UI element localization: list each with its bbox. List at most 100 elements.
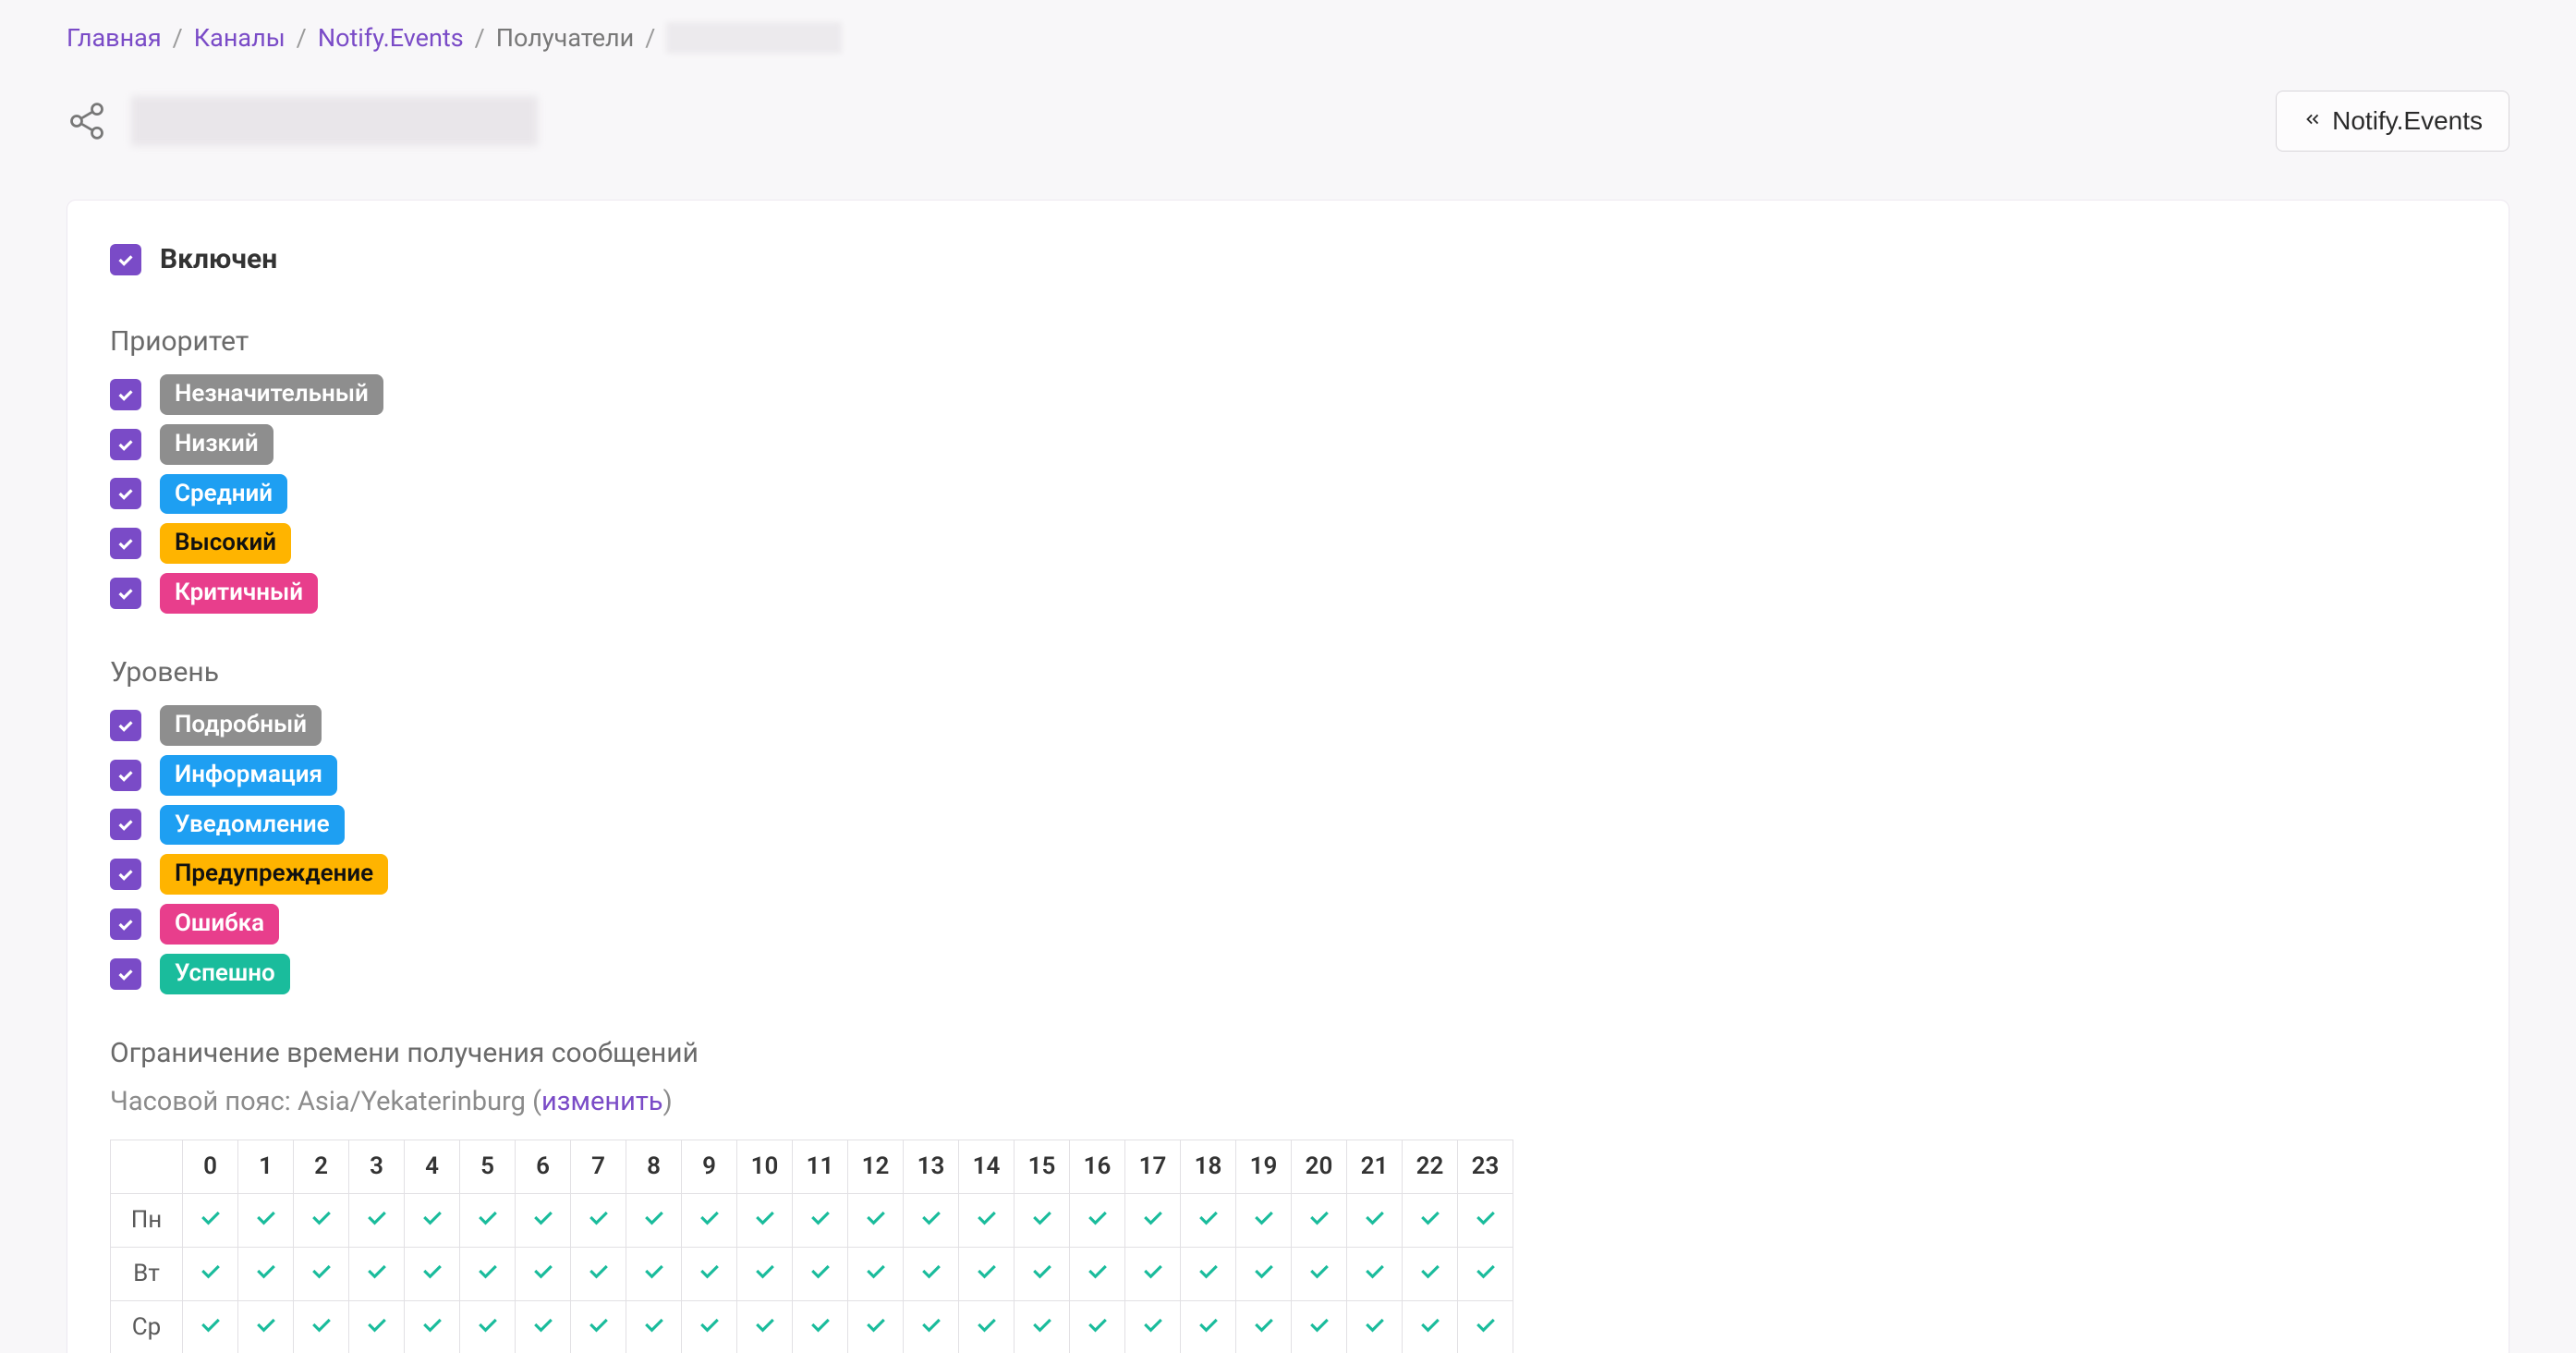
schedule-cell[interactable]: [737, 1247, 793, 1300]
schedule-cell[interactable]: [571, 1300, 626, 1353]
priority-item-checkbox[interactable]: [110, 578, 141, 609]
schedule-hour-header[interactable]: 21: [1347, 1140, 1403, 1193]
back-notify-button[interactable]: Notify.Events: [2276, 91, 2509, 152]
schedule-hour-header[interactable]: 2: [294, 1140, 349, 1193]
schedule-cell[interactable]: [460, 1300, 516, 1353]
schedule-cell[interactable]: [1125, 1247, 1181, 1300]
schedule-cell[interactable]: [848, 1247, 904, 1300]
schedule-hour-header[interactable]: 19: [1236, 1140, 1292, 1193]
schedule-hour-header[interactable]: 17: [1125, 1140, 1181, 1193]
schedule-cell[interactable]: [1236, 1300, 1292, 1353]
schedule-cell[interactable]: [1181, 1300, 1236, 1353]
level-item-checkbox[interactable]: [110, 809, 141, 840]
schedule-cell[interactable]: [1347, 1300, 1403, 1353]
schedule-cell[interactable]: [682, 1247, 737, 1300]
level-item-checkbox[interactable]: [110, 710, 141, 741]
schedule-cell[interactable]: [1070, 1193, 1125, 1247]
priority-item-checkbox[interactable]: [110, 528, 141, 559]
schedule-cell[interactable]: [959, 1193, 1015, 1247]
priority-item-checkbox[interactable]: [110, 429, 141, 460]
schedule-cell[interactable]: [1181, 1193, 1236, 1247]
priority-item-checkbox[interactable]: [110, 478, 141, 509]
schedule-cell[interactable]: [626, 1247, 682, 1300]
schedule-day-label[interactable]: Ср: [111, 1300, 183, 1353]
schedule-cell[interactable]: [238, 1247, 294, 1300]
schedule-cell[interactable]: [959, 1247, 1015, 1300]
schedule-cell[interactable]: [294, 1247, 349, 1300]
schedule-hour-header[interactable]: 18: [1181, 1140, 1236, 1193]
schedule-cell[interactable]: [516, 1300, 571, 1353]
schedule-cell[interactable]: [238, 1300, 294, 1353]
schedule-cell[interactable]: [183, 1300, 238, 1353]
schedule-cell[interactable]: [405, 1193, 460, 1247]
breadcrumb-channels[interactable]: Каналы: [194, 23, 286, 53]
schedule-cell[interactable]: [1403, 1247, 1458, 1300]
schedule-cell[interactable]: [793, 1247, 848, 1300]
schedule-hour-header[interactable]: 10: [737, 1140, 793, 1193]
breadcrumb-notify[interactable]: Notify.Events: [318, 23, 464, 53]
schedule-cell[interactable]: [904, 1300, 959, 1353]
schedule-cell[interactable]: [1292, 1300, 1347, 1353]
schedule-cell[interactable]: [460, 1193, 516, 1247]
schedule-cell[interactable]: [1070, 1300, 1125, 1353]
schedule-cell[interactable]: [1458, 1247, 1513, 1300]
schedule-cell[interactable]: [571, 1247, 626, 1300]
schedule-cell[interactable]: [516, 1247, 571, 1300]
schedule-cell[interactable]: [294, 1193, 349, 1247]
schedule-cell[interactable]: [1125, 1193, 1181, 1247]
schedule-cell[interactable]: [1015, 1300, 1070, 1353]
schedule-cell[interactable]: [793, 1300, 848, 1353]
schedule-cell[interactable]: [1458, 1193, 1513, 1247]
schedule-hour-header[interactable]: 3: [349, 1140, 405, 1193]
schedule-cell[interactable]: [1458, 1300, 1513, 1353]
schedule-cell[interactable]: [793, 1193, 848, 1247]
schedule-cell[interactable]: [294, 1300, 349, 1353]
schedule-cell[interactable]: [959, 1300, 1015, 1353]
schedule-cell[interactable]: [1181, 1247, 1236, 1300]
schedule-cell[interactable]: [1347, 1247, 1403, 1300]
schedule-cell[interactable]: [1236, 1193, 1292, 1247]
schedule-cell[interactable]: [1015, 1193, 1070, 1247]
schedule-cell[interactable]: [1070, 1247, 1125, 1300]
schedule-hour-header[interactable]: 14: [959, 1140, 1015, 1193]
schedule-cell[interactable]: [183, 1193, 238, 1247]
schedule-cell[interactable]: [349, 1247, 405, 1300]
schedule-cell[interactable]: [405, 1247, 460, 1300]
schedule-day-label[interactable]: Пн: [111, 1193, 183, 1247]
level-item-checkbox[interactable]: [110, 760, 141, 791]
schedule-hour-header[interactable]: 23: [1458, 1140, 1513, 1193]
schedule-cell[interactable]: [737, 1300, 793, 1353]
schedule-cell[interactable]: [682, 1300, 737, 1353]
schedule-hour-header[interactable]: 15: [1015, 1140, 1070, 1193]
schedule-cell[interactable]: [682, 1193, 737, 1247]
schedule-cell[interactable]: [626, 1193, 682, 1247]
schedule-cell[interactable]: [349, 1300, 405, 1353]
schedule-hour-header[interactable]: 0: [183, 1140, 238, 1193]
schedule-hour-header[interactable]: 13: [904, 1140, 959, 1193]
schedule-hour-header[interactable]: 16: [1070, 1140, 1125, 1193]
schedule-hour-header[interactable]: 9: [682, 1140, 737, 1193]
schedule-cell[interactable]: [571, 1193, 626, 1247]
schedule-cell[interactable]: [904, 1193, 959, 1247]
schedule-cell[interactable]: [405, 1300, 460, 1353]
schedule-cell[interactable]: [516, 1193, 571, 1247]
schedule-cell[interactable]: [1292, 1193, 1347, 1247]
breadcrumb-home[interactable]: Главная: [67, 23, 162, 53]
schedule-cell[interactable]: [1347, 1193, 1403, 1247]
schedule-cell[interactable]: [904, 1247, 959, 1300]
schedule-cell[interactable]: [626, 1300, 682, 1353]
enabled-checkbox[interactable]: [110, 244, 141, 275]
schedule-hour-header[interactable]: 11: [793, 1140, 848, 1193]
schedule-cell[interactable]: [349, 1193, 405, 1247]
schedule-hour-header[interactable]: 7: [571, 1140, 626, 1193]
schedule-hour-header[interactable]: 5: [460, 1140, 516, 1193]
schedule-hour-header[interactable]: 8: [626, 1140, 682, 1193]
schedule-cell[interactable]: [1403, 1300, 1458, 1353]
schedule-cell[interactable]: [1236, 1247, 1292, 1300]
schedule-cell[interactable]: [1125, 1300, 1181, 1353]
schedule-hour-header[interactable]: 6: [516, 1140, 571, 1193]
schedule-cell[interactable]: [460, 1247, 516, 1300]
schedule-cell[interactable]: [1403, 1193, 1458, 1247]
level-item-checkbox[interactable]: [110, 859, 141, 890]
schedule-hour-header[interactable]: 4: [405, 1140, 460, 1193]
